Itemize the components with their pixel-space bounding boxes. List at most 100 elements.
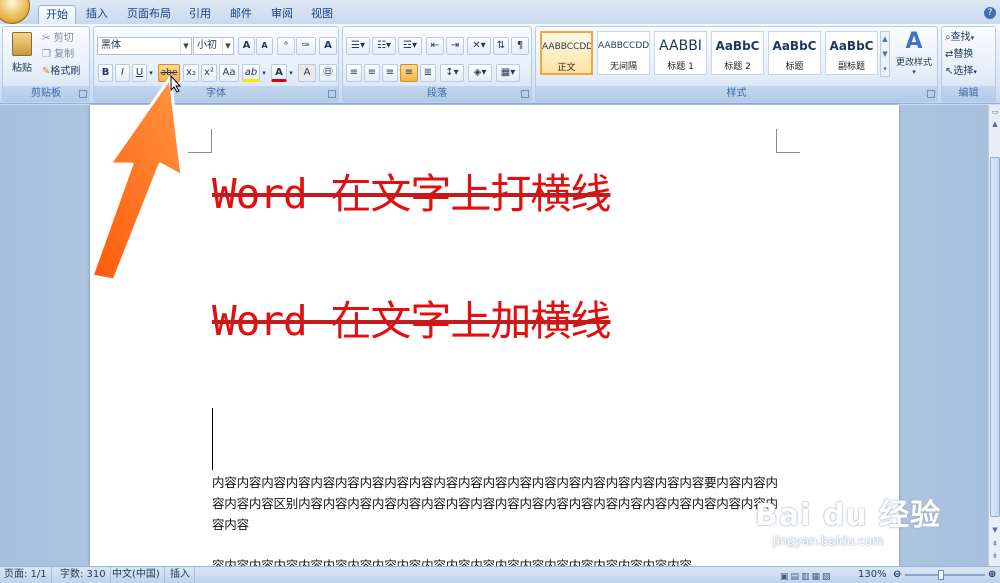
ribbon-tab-bar: 开始 插入 页面布局 引用 邮件 审阅 视图 ? [0,0,1000,24]
clipboard-group: 粘贴 ✂ 剪切 ❐ 复制 ✎格式刷 剪贴板 [2,26,90,102]
styles-scroll-icon[interactable]: ▲ ▼ ▾ [880,31,890,77]
style-sample: AABBI [659,38,702,54]
decrease-indent-icon[interactable]: ⇤ [426,37,444,55]
superscript-button[interactable]: x² [201,64,217,82]
zoom-level[interactable]: 130% [858,567,887,583]
crop-mark-top-right [776,129,800,153]
distributed-icon[interactable]: ≣ [420,64,436,82]
align-right-icon[interactable]: ≡ [382,64,398,82]
enclose-char-icon[interactable]: ㊐ [319,64,337,82]
page-count[interactable]: 页面: 1/1 [0,567,52,583]
help-icon[interactable]: ? [984,7,996,19]
show-marks-icon[interactable]: ¶ [511,37,529,55]
grow-font-button[interactable]: A [238,37,255,55]
zoom-slider-thumb[interactable] [938,570,944,580]
increase-indent-icon[interactable]: ⇥ [446,37,464,55]
copy-button[interactable]: ❐ 复制 [41,46,87,64]
paragraph-group-label: 段落 [343,86,531,101]
char-border-icon[interactable]: A [319,37,337,55]
line-spacing-icon[interactable]: ↕▾ [440,64,464,82]
chevron-down-icon: ▼ [222,38,233,54]
next-page-icon[interactable]: ⇟ [990,551,1000,562]
tab-mailings[interactable]: 邮件 [224,5,258,24]
clear-format-icon[interactable]: ✑ [296,37,316,55]
replace-label: 替换 [953,49,974,60]
style-sample: AaBbC [829,39,874,53]
styles-group: AABBCCDD 正文 AABBCCDD 无间隔 AABBI 标题 1 AaBbC 标题… [535,26,938,102]
watermark-url: jingyan.baidu.com [773,534,884,548]
font-color-button[interactable]: A [271,64,287,82]
vertical-scrollbar[interactable]: ▭ ▲ ▼ ⇞ ⇟ [988,105,1000,566]
style-name: 标题 2 [724,62,751,72]
asian-layout-icon[interactable]: ✕▾ [467,37,491,55]
view-buttons-icon[interactable]: ▣▤▥▦▧ [780,569,850,582]
align-left-icon[interactable]: ≡ [346,64,362,82]
zoom-in-icon[interactable]: ⊕ [988,567,996,583]
shading-icon[interactable]: ◈▾ [468,64,492,82]
style-no-spacing[interactable]: AABBCCDD 无间隔 [597,31,650,75]
shrink-font-button[interactable]: A [256,37,273,55]
style-sample: AaBbC [772,39,817,53]
numbering-icon[interactable]: ☷▾ [372,37,396,55]
style-title[interactable]: AaBbC 标题 [768,31,821,75]
style-normal[interactable]: AABBCCDD 正文 [540,31,593,75]
change-styles-icon: A [905,29,923,54]
font-color-dropdown-icon[interactable]: ▾ [287,64,295,82]
font-launcher-icon[interactable] [328,90,336,98]
tab-insert[interactable]: 插入 [80,5,114,24]
style-heading-1[interactable]: AABBI 标题 1 [654,31,707,75]
editing-group: ⌕查找▾ ⇄替换 ↖选择▾ 编辑 [941,26,996,102]
highlight-button[interactable]: ab [242,64,260,82]
word-count[interactable]: 字数: 310 [56,567,111,583]
style-name: 正文 [557,63,576,73]
paragraph-launcher-icon[interactable] [521,90,529,98]
tab-references[interactable]: 引用 [183,5,217,24]
paste-label: 粘贴 [12,63,32,74]
bullets-icon[interactable]: ☰▾ [346,37,370,55]
tab-view[interactable]: 视图 [305,5,339,24]
styles-launcher-icon[interactable] [927,90,935,98]
body-paragraph-2[interactable]: 容内容内容内容内容内容内容内容内容内容内容内容内容内容内容内容内容内容内容内容 [212,555,782,566]
scroll-up-icon[interactable]: ▲ [990,119,1000,130]
style-name: 标题 [785,62,804,72]
sort-icon[interactable]: ⇅ [493,37,509,55]
align-center-icon[interactable]: ≡ [364,64,380,82]
multilevel-list-icon[interactable]: ☲▾ [398,37,422,55]
font-name-combo[interactable]: 黑体 ▼ [97,37,192,55]
style-sample: AaBbC [715,39,760,53]
prev-page-icon[interactable]: ⇞ [990,539,1000,550]
font-size-combo[interactable]: 小初 ▼ [193,37,234,55]
office-button[interactable] [0,0,30,24]
clipboard-icon [12,32,32,56]
style-heading-2[interactable]: AaBbC 标题 2 [711,31,764,75]
scroll-down-icon[interactable]: ▼ [990,525,1000,536]
zoom-slider[interactable] [905,574,985,576]
insert-mode[interactable]: 插入 [166,567,195,583]
tab-home[interactable]: 开始 [38,5,76,24]
strikethrough-heading-1[interactable]: Word 在文字上打横线 [212,160,611,220]
editing-group-label: 编辑 [942,86,995,101]
phonetic-guide-icon[interactable]: ᵃ [277,37,295,55]
copy-label: 复制 [54,49,75,60]
justify-icon[interactable]: ≡ [400,64,418,82]
borders-icon[interactable]: ▦▾ [496,64,520,82]
change-case-button[interactable]: Aa [219,64,239,82]
tab-page-layout[interactable]: 页面布局 [122,5,176,24]
scroll-thumb[interactable] [990,157,1000,517]
select-button[interactable]: ↖选择▾ [944,63,996,81]
tab-review[interactable]: 审阅 [265,5,299,24]
style-name: 标题 1 [667,62,694,72]
style-subtitle[interactable]: AaBbC 副标题 [825,31,878,75]
paste-button[interactable]: 粘贴 [7,30,37,82]
body-paragraph-1[interactable]: 内容内容内容内容内容内容内容内容内容内容内容内容内容内容内容内容内容内容内容内容… [212,472,782,535]
zoom-out-icon[interactable]: ⊖ [893,567,901,583]
highlight-dropdown-icon[interactable]: ▾ [260,64,268,82]
strikethrough-heading-2[interactable]: Word 在文字上加横线 [212,287,611,347]
change-styles-button[interactable]: A 更改样式 ▾ [892,29,936,85]
replace-button[interactable]: ⇄替换 [944,46,996,64]
char-shading-icon[interactable]: A [298,64,316,82]
language-indicator[interactable]: 中文(中国) [108,567,165,583]
ruler-toggle-icon[interactable]: ▭ [990,107,1000,118]
watermark-brand: Bai du 经验 [755,498,942,533]
find-button[interactable]: ⌕查找▾ [944,29,996,47]
